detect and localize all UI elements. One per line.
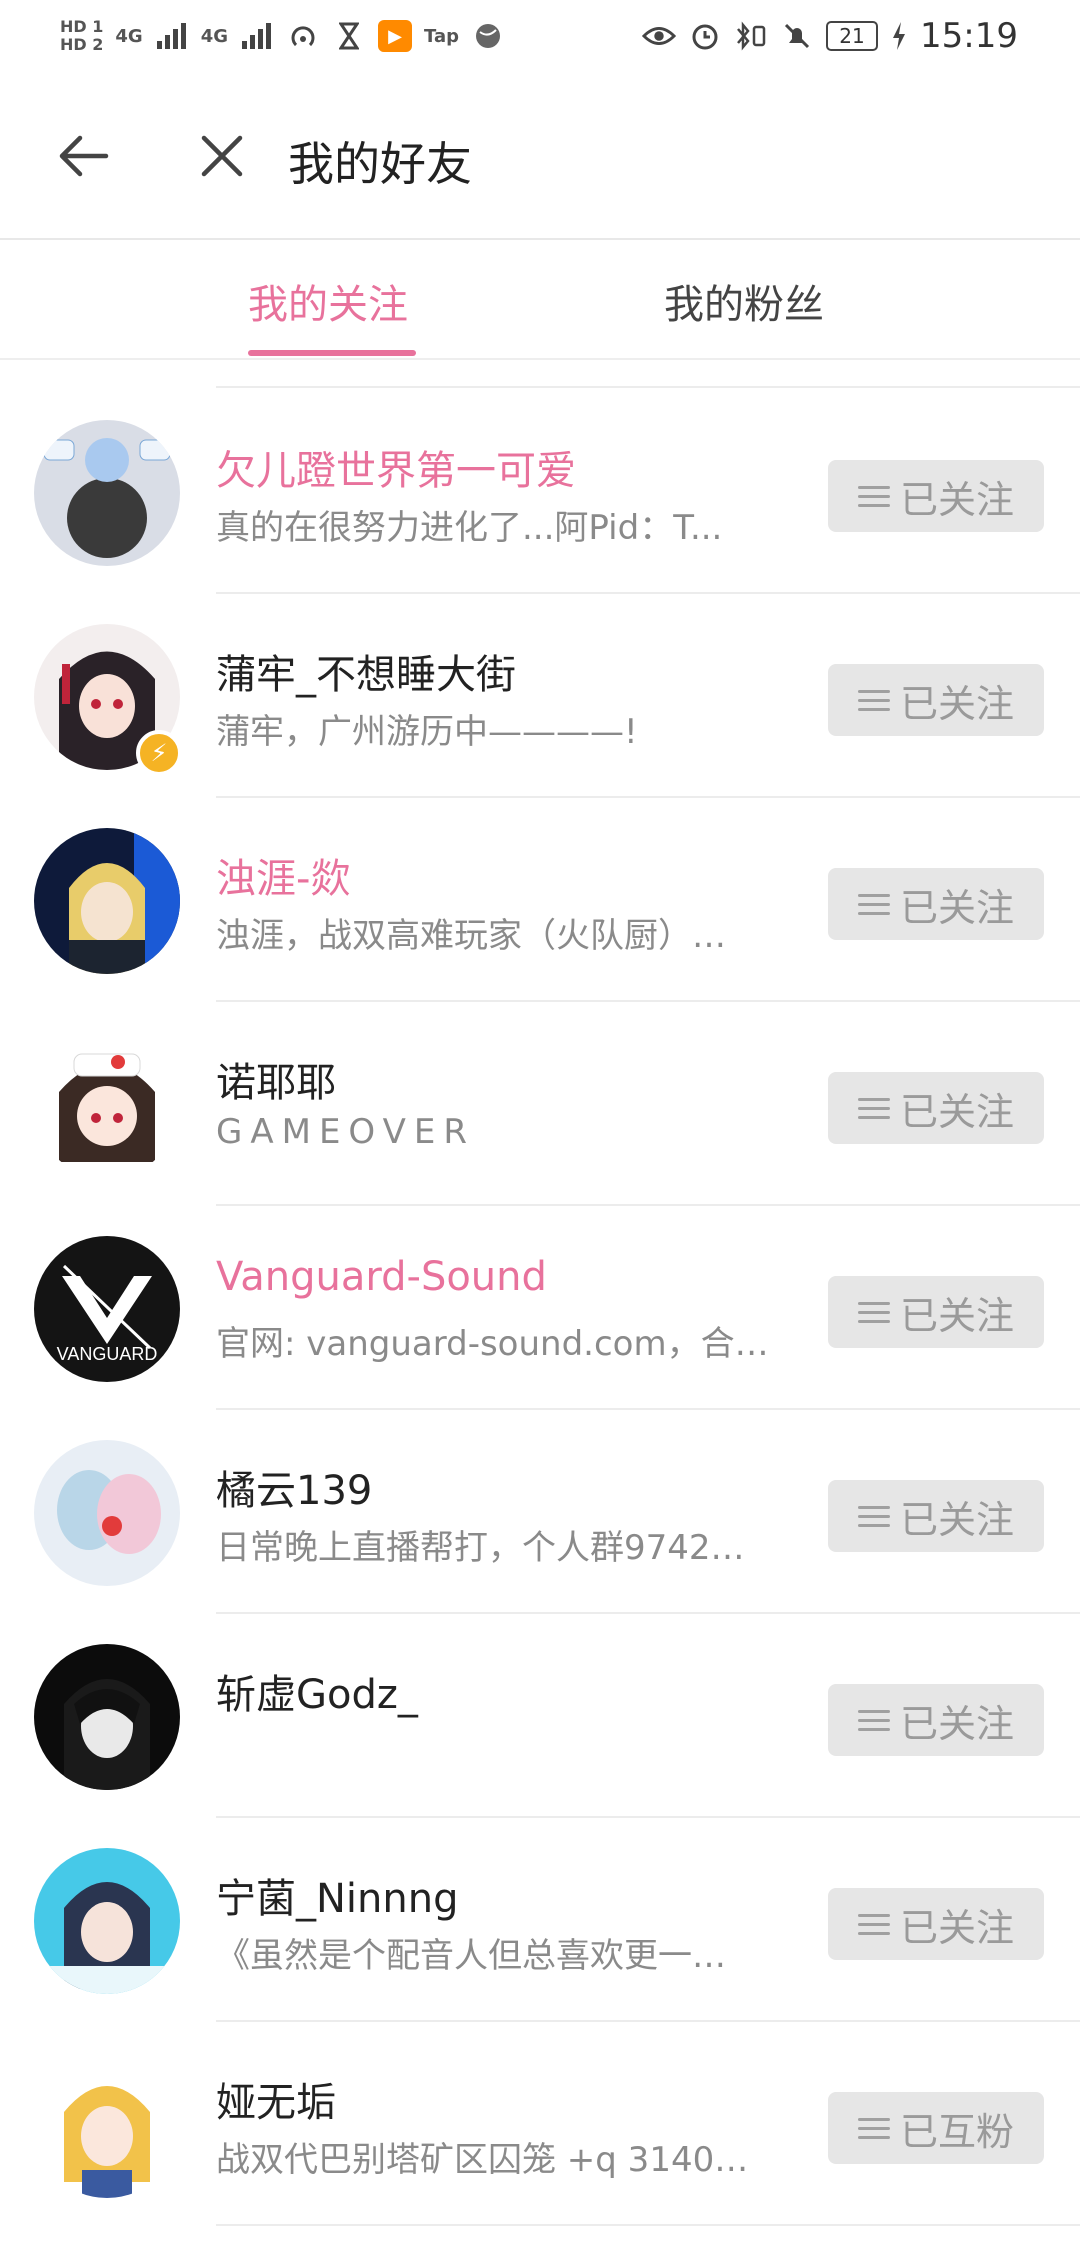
menu-icon (857, 485, 890, 507)
mute-bell-icon (780, 21, 814, 51)
menu-icon (857, 2117, 890, 2139)
followed-button[interactable]: 已关注 (828, 1480, 1044, 1552)
clock: 15:19 (920, 16, 1018, 56)
globe-icon (471, 21, 505, 51)
menu-icon (857, 689, 890, 711)
user-desc: 日常晚上直播帮打，个人群9742… (216, 1528, 745, 1568)
followed-button[interactable]: 已关注 (828, 868, 1044, 940)
list-item[interactable]: ⚡ 蒲牢_不想睡大街 蒲牢，广州游历中————! 已关注 (0, 594, 1080, 798)
user-name[interactable]: 蒲牢_不想睡大街 (216, 642, 516, 700)
list-item[interactable]: VANGUARD Vanguard-Sound 官网: vanguard-sou… (0, 1206, 1080, 1410)
arrow-left-icon (59, 135, 109, 177)
signal-icon-2 (240, 21, 274, 51)
followed-button[interactable]: 已关注 (828, 1888, 1044, 1960)
following-list: 欠儿蹬世界第一可爱 真的在很努力进化了...阿Pid：T... 已关注 ⚡ 蒲牢… (0, 390, 1080, 2226)
page-title: 我的好友 (288, 137, 472, 191)
list-item[interactable]: 橘云139 日常晚上直播帮打，个人群9742… 已关注 (0, 1410, 1080, 1614)
menu-icon (857, 1505, 890, 1527)
user-name[interactable]: 宁菌_Ninnng (216, 1866, 458, 1924)
avatar[interactable] (34, 1032, 180, 1178)
avatar[interactable] (34, 1644, 180, 1790)
back-button[interactable] (52, 124, 116, 188)
user-desc: GAMEOVER (216, 1112, 475, 1152)
list-item[interactable]: 娅无垢 战双代巴别塔矿区囚笼 +q 3140… 已互粉 (0, 2022, 1080, 2226)
close-icon (201, 135, 243, 177)
followed-button[interactable]: 已关注 (828, 460, 1044, 532)
follow-button-label: 已关注 (899, 1701, 1014, 1746)
sim2-label: HD 2 (60, 35, 104, 54)
status-left: HD 1 HD 2 4G 4G ▶ Tap (60, 18, 505, 54)
avatar[interactable]: VANGUARD (34, 1236, 180, 1382)
tap-label: Tap (424, 25, 459, 47)
follow-button-label: 已关注 (899, 1497, 1014, 1542)
tab-following[interactable]: 我的关注 (248, 272, 408, 332)
avatar[interactable] (34, 420, 180, 566)
menu-icon (857, 1913, 890, 1935)
signal-icon (155, 21, 189, 51)
followed-button[interactable]: 已关注 (828, 664, 1044, 736)
active-tab-indicator (248, 350, 416, 356)
menu-icon (857, 893, 890, 915)
follow-button-label: 已关注 (899, 885, 1014, 930)
menu-icon (857, 1709, 890, 1731)
follow-button-label: 已关注 (899, 1905, 1014, 1950)
list-item[interactable]: 浊涯-欻 浊涯，战双高难玩家（火队厨）… 已关注 (0, 798, 1080, 1002)
vanguard-logo-text: VANGUARD (57, 1344, 158, 1364)
followed-button[interactable]: 已关注 (828, 1072, 1044, 1144)
avatar[interactable] (34, 1440, 180, 1586)
follow-button-label: 已关注 (899, 1293, 1014, 1338)
user-name[interactable]: 娅无垢 (216, 2070, 336, 2128)
menu-icon (857, 1301, 890, 1323)
status-right: 21 15:19 (642, 16, 1018, 56)
user-name[interactable]: Vanguard-Sound (216, 1254, 547, 1300)
user-name[interactable]: 浊涯-欻 (216, 846, 350, 904)
list-item[interactable]: 斩虚Godz_ 已关注 (0, 1614, 1080, 1818)
lightning-badge-icon: ⚡ (136, 730, 182, 776)
user-desc: 蒲牢，广州游历中————! (216, 712, 638, 752)
list-item[interactable]: 宁菌_Ninnng 《虽然是个配音人但总喜欢更一… 已关注 (0, 1818, 1080, 2022)
follow-button-label: 已关注 (899, 681, 1014, 726)
close-button[interactable] (190, 124, 254, 188)
mutual-follow-button[interactable]: 已互粉 (828, 2092, 1044, 2164)
video-app-icon: ▶ (378, 20, 412, 52)
app-header: 我的好友 (0, 72, 1080, 240)
follow-button-label: 已关注 (899, 477, 1014, 522)
row-divider (216, 2224, 1080, 2226)
user-name[interactable]: 斩虚Godz_ (216, 1662, 418, 1720)
alarm-icon (688, 21, 722, 51)
hourglass-icon (332, 21, 366, 51)
sim-indicators: HD 1 HD 2 (60, 18, 103, 54)
tab-fans[interactable]: 我的粉丝 (664, 272, 824, 332)
user-desc: 战双代巴别塔矿区囚笼 +q 3140… (216, 2140, 749, 2180)
sim1-label: HD 1 (60, 17, 104, 36)
follow-button-label: 已互粉 (899, 2109, 1014, 2154)
user-desc: 真的在很努力进化了...阿Pid：T... (216, 508, 723, 548)
followed-button[interactable]: 已关注 (828, 1276, 1044, 1348)
tab-bar: 我的关注 我的粉丝 (0, 242, 1080, 360)
user-desc: 官网: vanguard-sound.com，合… (216, 1324, 769, 1364)
hotspot-icon (286, 21, 320, 51)
status-bar: HD 1 HD 2 4G 4G ▶ Tap 21 15:19 (0, 0, 1080, 72)
followed-button[interactable]: 已关注 (828, 1684, 1044, 1756)
list-divider (216, 386, 1080, 388)
eye-icon (642, 21, 677, 51)
list-item[interactable]: 诺耶耶 GAMEOVER 已关注 (0, 1002, 1080, 1206)
user-name[interactable]: 诺耶耶 (216, 1050, 336, 1108)
user-name[interactable]: 橘云139 (216, 1458, 372, 1516)
follow-button-label: 已关注 (899, 1089, 1014, 1134)
avatar[interactable] (34, 828, 180, 974)
menu-icon (857, 1097, 890, 1119)
network2-label: 4G (200, 25, 228, 47)
user-desc: 浊涯，战双高难玩家（火队厨）… (216, 916, 726, 956)
user-desc: 《虽然是个配音人但总喜欢更一… (216, 1936, 726, 1976)
battery-icon: 21 (826, 21, 879, 51)
bluetooth-vibrate-icon (734, 21, 768, 51)
network1-label: 4G (115, 25, 143, 47)
list-item[interactable]: 欠儿蹬世界第一可爱 真的在很努力进化了...阿Pid：T... 已关注 (0, 390, 1080, 594)
user-name[interactable]: 欠儿蹬世界第一可爱 (216, 438, 576, 496)
avatar[interactable] (34, 2052, 180, 2198)
avatar[interactable] (34, 1848, 180, 1994)
charging-icon (890, 21, 908, 51)
